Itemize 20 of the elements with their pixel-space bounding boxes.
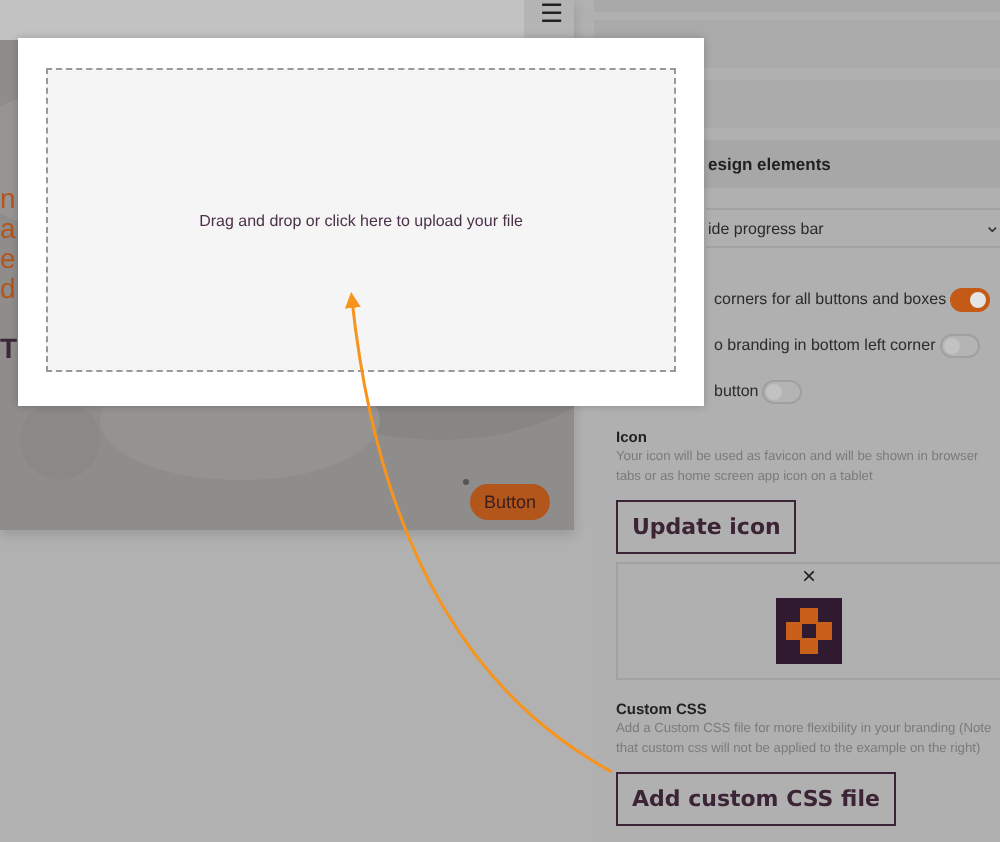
toggle-switch[interactable] [762, 379, 803, 403]
toggle-label: o branding in bottom left corner [714, 336, 936, 354]
logo-icon [776, 598, 842, 664]
heading-text: T [0, 334, 18, 364]
update-icon-button[interactable]: Update icon [616, 500, 797, 554]
body-text: n [0, 184, 16, 214]
upload-dropzone[interactable]: Drag and drop or click here to upload your file [46, 68, 676, 372]
toggle-switch[interactable] [939, 333, 980, 357]
toggle-switch[interactable] [950, 287, 991, 311]
add-css-button[interactable]: Add custom CSS file [616, 772, 896, 826]
body-text: a [0, 214, 16, 244]
menu-icon[interactable]: ☰ [530, 0, 574, 40]
toggle-label: button [714, 382, 759, 400]
section-title: esign elements [708, 154, 831, 174]
progress-dropdown[interactable]: ide progress bar ⌄ [706, 208, 1000, 248]
toggle-label: corners for all buttons and boxes [714, 290, 947, 308]
chevron-icon: ⌄ [984, 220, 1000, 236]
body-text: d [0, 274, 16, 304]
remove-icon[interactable]: × [801, 564, 816, 588]
body-text: e [0, 244, 16, 274]
